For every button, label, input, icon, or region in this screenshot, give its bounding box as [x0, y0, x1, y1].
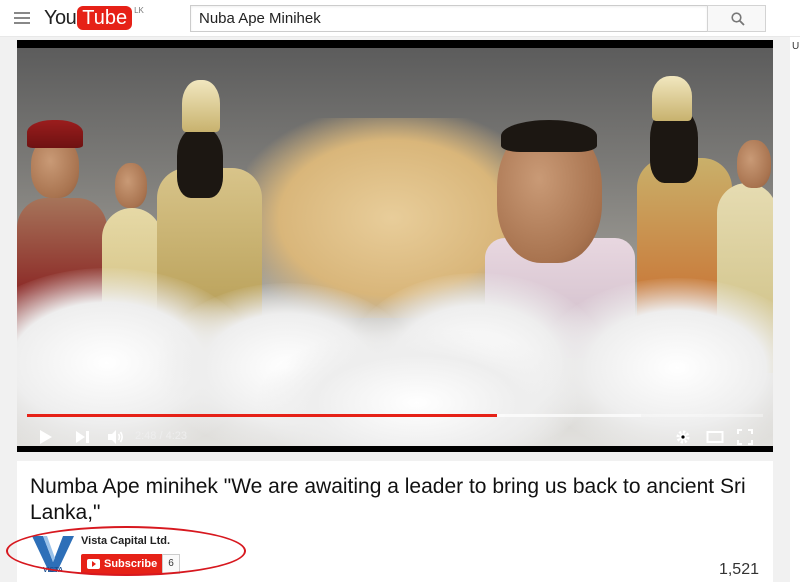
right-woman-head [737, 140, 771, 188]
avatar-text: VISTA [43, 567, 63, 574]
player-controls: 2:48 / 4:23 [17, 422, 773, 452]
video-title: Numba Ape minihek "We are awaiting a lea… [30, 475, 746, 524]
left-king-hair [177, 128, 223, 198]
vista-logo-icon: VISTA [32, 536, 74, 574]
left-warrior-turban [27, 120, 83, 148]
view-count: 1,521 [718, 561, 759, 578]
video-player[interactable]: 2:48 / 4:23 [17, 40, 773, 452]
channel-avatar[interactable]: VISTA [29, 534, 77, 574]
search-input[interactable]: Nuba Ape Minihek [190, 5, 708, 32]
logo-you-text: You [44, 6, 77, 29]
masthead: You Tube LK Nuba Ape Minihek [0, 0, 800, 37]
video-frame [17, 48, 773, 446]
youtube-play-icon [87, 559, 100, 569]
right-king-crown [652, 76, 692, 121]
region-code: LK [134, 5, 144, 15]
hamburger-menu-icon[interactable] [14, 12, 30, 24]
left-king-crown [182, 80, 220, 132]
video-info-panel: Numba Ape minihek "We are awaiting a lea… [17, 461, 773, 582]
progress-played [27, 414, 498, 417]
progress-bar[interactable] [27, 414, 763, 417]
settings-gear-icon[interactable] [675, 429, 691, 445]
time-display: 2:48 / 4:23 [135, 430, 187, 442]
fullscreen-icon[interactable] [737, 429, 753, 445]
search-icon [731, 12, 745, 26]
youtube-logo[interactable]: You Tube LK [44, 6, 144, 30]
volume-icon[interactable] [107, 429, 125, 445]
left-woman-head [115, 163, 147, 208]
central-figure-hair [501, 120, 597, 152]
rail-label: U [792, 41, 800, 52]
subscribe-label: Subscribe [104, 558, 158, 570]
play-icon[interactable] [39, 429, 53, 445]
theater-mode-icon[interactable] [706, 429, 724, 445]
subscriber-count: 6 [162, 554, 180, 574]
channel-name-link[interactable]: Vista Capital Ltd. [81, 535, 170, 547]
right-rail: U [790, 37, 800, 582]
next-icon[interactable] [75, 429, 91, 445]
search-button[interactable] [707, 5, 766, 32]
logo-tube-text: Tube [77, 6, 133, 30]
